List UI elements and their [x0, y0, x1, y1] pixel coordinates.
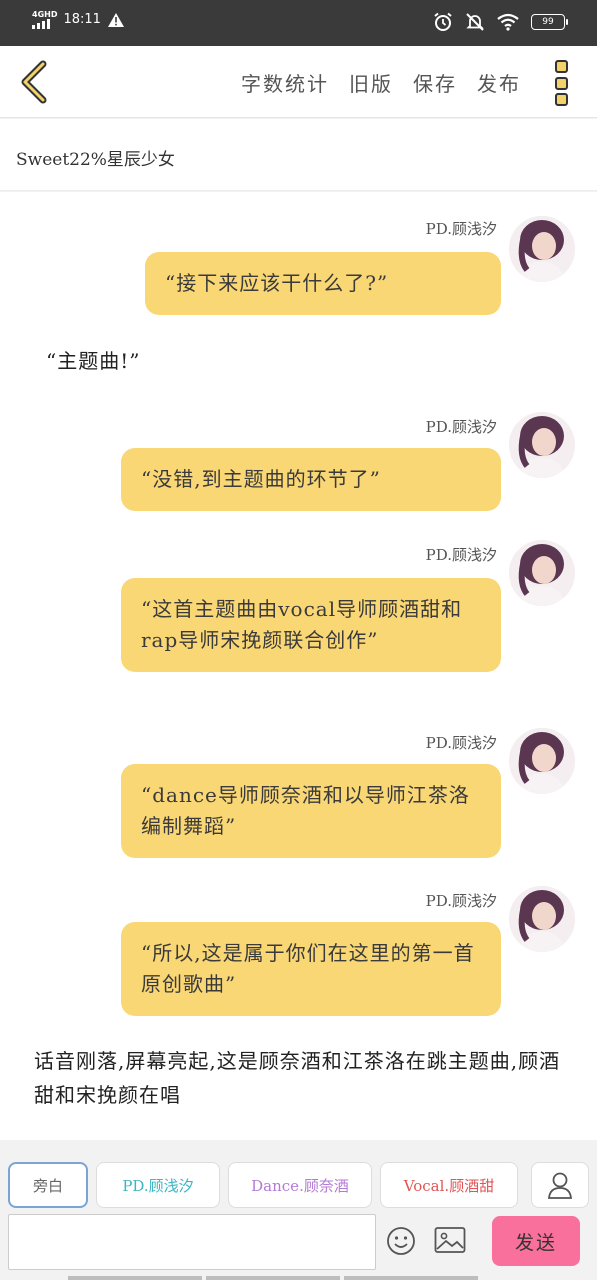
status-bar: 4GHD 18:11 99 [0, 0, 597, 46]
status-right: 99 [433, 12, 568, 32]
speaker-name: PD.顾浅汐 [425, 546, 497, 564]
role-selector: 旁白 PD.顾浅汐 Dance.顾奈酒 Vocal.顾酒甜 [8, 1162, 518, 1208]
battery-level: 99 [542, 17, 554, 27]
role-pd-button[interactable]: PD.顾浅汐 [96, 1162, 220, 1208]
role-label: PD.顾浅汐 [122, 1176, 194, 1195]
avatar[interactable] [509, 216, 575, 282]
send-button[interactable]: 发送 [492, 1216, 580, 1266]
emoji-button[interactable] [386, 1226, 416, 1256]
avatar[interactable] [509, 540, 575, 606]
message-bubble: “这首主题曲由vocal导师顾酒甜和rap导师宋挽颜联合创作” [121, 578, 501, 672]
network-type: 4GHD [32, 10, 58, 19]
composer-panel: 旁白 PD.顾浅汐 Dance.顾奈酒 Vocal.顾酒甜 发送 [0, 1140, 597, 1280]
speaker-name: PD.顾浅汐 [425, 734, 497, 752]
navigation-hint-bar [68, 1276, 478, 1280]
warning-icon [107, 12, 124, 27]
add-role-button[interactable] [531, 1162, 589, 1208]
more-menu-icon[interactable] [549, 60, 573, 106]
clock: 18:11 [63, 12, 101, 27]
avatar[interactable] [509, 412, 575, 478]
speaker-name: PD.顾浅汐 [425, 220, 497, 238]
avatar[interactable] [509, 886, 575, 952]
role-label: Vocal.顾酒甜 [403, 1176, 495, 1195]
speaker-name: PD.顾浅汐 [425, 418, 497, 436]
message-input[interactable] [8, 1214, 376, 1270]
image-button[interactable] [434, 1226, 466, 1256]
old-version-button[interactable]: 旧版 [349, 68, 393, 97]
narration-text: “主题曲!” [46, 349, 141, 373]
story-title[interactable]: Sweet22%星辰少女 [0, 119, 597, 191]
editor-header: 字数统计 旧版 保存 发布 [0, 46, 597, 118]
message-bubble: “所以,这是属于你们在这里的第一首原创歌曲” [121, 922, 501, 1016]
smiley-icon [387, 1227, 415, 1255]
message-bubble: “接下来应该干什么了?” [145, 252, 501, 315]
message-bubble: “没错,到主题曲的环节了” [121, 448, 501, 511]
app-screen: 4GHD 18:11 99 字数统计 旧版 保存 发布 Sweet22%星辰少女… [0, 0, 597, 1280]
publish-button[interactable]: 发布 [477, 68, 521, 97]
mute-bell-icon [466, 13, 484, 31]
person-icon [548, 1172, 572, 1199]
wifi-icon [497, 13, 519, 31]
role-dance-button[interactable]: Dance.顾奈酒 [228, 1162, 372, 1208]
narration-text: 话音刚落,屏幕亮起,这是顾奈酒和江茶洛在跳主题曲,顾酒甜和宋挽颜在唱 [34, 1049, 561, 1107]
avatar[interactable] [509, 728, 575, 794]
header-actions: 字数统计 旧版 保存 发布 [241, 68, 521, 97]
role-label: Dance.顾奈酒 [251, 1176, 349, 1195]
chevron-left-icon [21, 60, 47, 104]
speaker-name: PD.顾浅汐 [425, 892, 497, 910]
back-button[interactable] [14, 60, 54, 104]
signal-icon: 4GHD [32, 10, 57, 29]
role-label: 旁白 [32, 1176, 63, 1195]
word-count-button[interactable]: 字数统计 [241, 68, 329, 97]
battery-icon: 99 [531, 14, 568, 30]
alarm-icon [434, 12, 452, 31]
image-icon [434, 1227, 466, 1253]
status-left: 4GHD 18:11 [32, 10, 125, 29]
role-vocal-button[interactable]: Vocal.顾酒甜 [380, 1162, 518, 1208]
message-bubble: “dance导师顾奈酒和以导师江茶洛编制舞蹈” [121, 764, 501, 858]
chat-area: PD.顾浅汐 “接下来应该干什么了?” “主题曲!” PD.顾浅汐 “没错,到主… [0, 192, 597, 1140]
role-narrator-button[interactable]: 旁白 [8, 1162, 88, 1208]
save-button[interactable]: 保存 [413, 68, 457, 97]
